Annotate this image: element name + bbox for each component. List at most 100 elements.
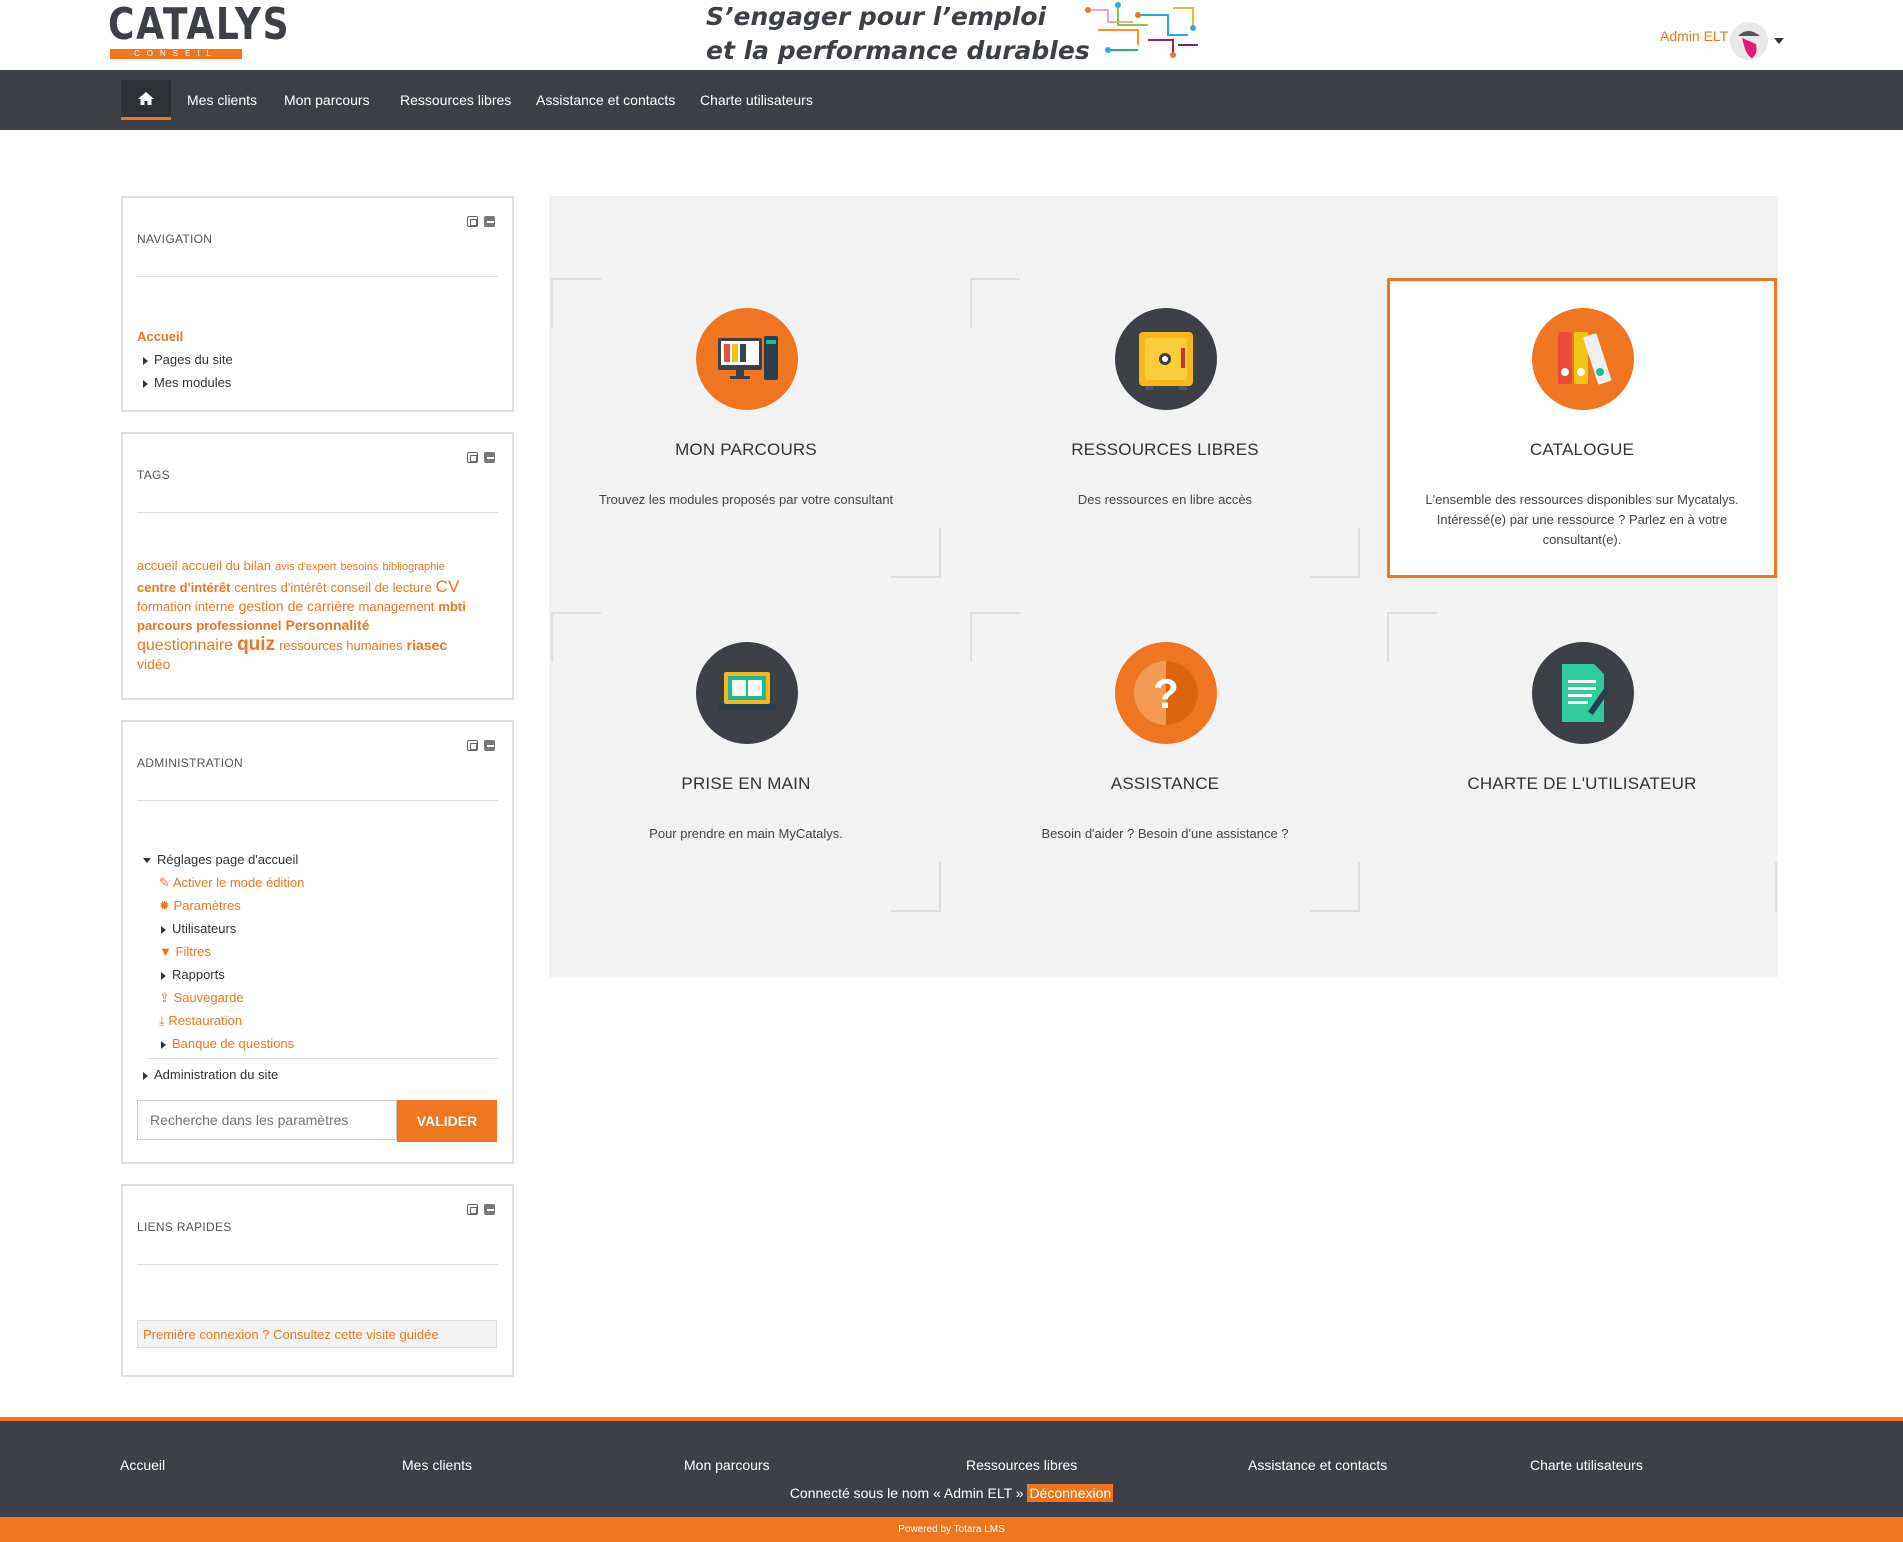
- footer-link-mon-parcours[interactable]: Mon parcours: [684, 1457, 770, 1473]
- avatar[interactable]: [1730, 22, 1768, 60]
- tag-link[interactable]: questionnaire: [137, 637, 233, 654]
- tile-charte-utilisateur[interactable]: CHARTE DE L'UTILISATEUR: [1387, 612, 1777, 912]
- tile-catalogue[interactable]: CATALOGUE L'ensemble des ressources disp…: [1387, 278, 1777, 578]
- login-info: Connecté sous le nom « Admin ELT » Décon…: [0, 1484, 1903, 1502]
- tree-item-reglages[interactable]: Réglages page d'accueil: [143, 852, 298, 867]
- tile-title: MON PARCOURS: [675, 440, 817, 459]
- tag-link[interactable]: vidéo: [137, 656, 170, 672]
- quick-links-block: LIENS RAPIDES Première connexion ? Consu…: [121, 1184, 514, 1377]
- footer-link-accueil[interactable]: Accueil: [120, 1457, 165, 1473]
- gear-icon: ✹: [159, 898, 170, 913]
- dock-icon[interactable]: [467, 216, 478, 227]
- document-pen-icon: [1532, 642, 1634, 744]
- tag-link[interactable]: parcours professionnel: [137, 618, 281, 633]
- tag-link[interactable]: mbti: [438, 599, 465, 614]
- home-icon: [138, 92, 154, 105]
- tile-title: RESSOURCES LIBRES: [1071, 440, 1259, 459]
- collapse-icon[interactable]: [484, 740, 495, 751]
- tile-mon-parcours[interactable]: MON PARCOURS Trouvez les modules proposé…: [551, 278, 941, 578]
- tree-item-utilisateurs[interactable]: Utilisateurs: [161, 921, 236, 936]
- administration-block: ADMINISTRATION Réglages page d'accueil ✎…: [121, 720, 514, 1164]
- site-header: CATALYS CONSEIL S’engager pour l’emploi …: [0, 0, 1903, 70]
- tags-block: TAGS accueil accueil du bilan avis d'exper…: [121, 432, 514, 700]
- nav-item-mes-clients[interactable]: Mes clients: [187, 92, 257, 108]
- validate-button[interactable]: VALIDER: [397, 1100, 497, 1142]
- logo-text: CATALYS: [108, 0, 291, 50]
- caret-right-icon: [161, 1040, 166, 1049]
- tag-link[interactable]: bibliographie: [382, 561, 444, 573]
- nav-item-mon-parcours[interactable]: Mon parcours: [284, 92, 370, 108]
- dock-icon[interactable]: [467, 740, 478, 751]
- tag-link[interactable]: accueil: [137, 558, 177, 573]
- tag-link[interactable]: centre d'intérêt: [137, 580, 230, 595]
- footer-link-mes-clients[interactable]: Mes clients: [402, 1457, 472, 1473]
- block-title: NAVIGATION: [137, 232, 213, 246]
- tag-link[interactable]: CV: [436, 577, 460, 596]
- tree-item-admin-site[interactable]: Administration du site: [143, 1067, 278, 1082]
- catalys-logo[interactable]: CATALYS CONSEIL: [108, 2, 289, 60]
- collapse-icon[interactable]: [484, 216, 495, 227]
- footer-link-charte[interactable]: Charte utilisateurs: [1530, 1457, 1643, 1473]
- block-title: LIENS RAPIDES: [137, 1220, 232, 1234]
- dock-icon[interactable]: [467, 452, 478, 463]
- edit-icon: ✎: [159, 875, 170, 890]
- sauvegarde-link[interactable]: ⇪ Sauvegarde: [159, 990, 244, 1006]
- home-button[interactable]: [121, 80, 171, 120]
- tag-link[interactable]: Personnalité: [285, 617, 369, 633]
- dock-icon[interactable]: [467, 1204, 478, 1215]
- tile-description: Des ressources en libre accès: [1077, 492, 1253, 507]
- svg-text:?: ?: [1153, 670, 1179, 717]
- tag-link[interactable]: quiz: [237, 634, 275, 655]
- tile-description: Trouvez les modules proposés par votre c…: [598, 492, 894, 507]
- tile-assistance[interactable]: ? ASSISTANCE Besoin d'aider ? Besoin d'u…: [970, 612, 1360, 912]
- laptop-book-icon: [696, 642, 798, 744]
- download-icon: ⤓: [159, 1013, 165, 1028]
- settings-search-input[interactable]: [137, 1100, 397, 1140]
- parametres-link[interactable]: ✹ Paramètres: [159, 898, 241, 914]
- edit-mode-link[interactable]: ✎ Activer le mode édition: [159, 875, 304, 891]
- tag-link[interactable]: conseil de lecture: [331, 580, 432, 595]
- tag-link[interactable]: accueil du bilan: [181, 558, 271, 573]
- restauration-link[interactable]: ⤓ Restauration: [159, 1013, 242, 1029]
- tag-link[interactable]: riasec: [407, 637, 447, 653]
- nav-item-assistance[interactable]: Assistance et contacts: [536, 92, 675, 108]
- network-illustration-icon: [1085, 2, 1198, 58]
- tag-link[interactable]: besoins: [341, 561, 379, 573]
- tile-ressources-libres[interactable]: RESSOURCES LIBRES Des ressources en libr…: [970, 278, 1360, 578]
- guided-tour-link[interactable]: Première connexion ? Consultez cette vis…: [137, 1320, 497, 1348]
- nav-home-link[interactable]: Accueil: [137, 329, 183, 344]
- tree-item-pages-du-site[interactable]: Pages du site: [143, 352, 233, 367]
- footer-link-ressources-libres[interactable]: Ressources libres: [966, 1457, 1077, 1473]
- logo-subtitle: CONSEIL: [133, 49, 219, 58]
- site-footer: Accueil Mes clients Mon parcours Ressour…: [0, 1417, 1903, 1517]
- slogan: S’engager pour l’emploi et la performanc…: [706, 2, 1090, 65]
- logout-link[interactable]: Déconnexion: [1027, 1484, 1114, 1502]
- tile-title: CHARTE DE L'UTILISATEUR: [1467, 774, 1697, 793]
- tile-title: ASSISTANCE: [1110, 774, 1220, 793]
- collapse-icon[interactable]: [484, 1204, 495, 1215]
- tree-item-banque-questions[interactable]: Banque de questions: [161, 1036, 294, 1051]
- main-navigation: Mes clients Mon parcours Ressources libr…: [0, 70, 1903, 130]
- tag-link[interactable]: gestion de carrière: [239, 598, 355, 614]
- tag-link[interactable]: avis d'expert: [275, 561, 336, 573]
- tag-link[interactable]: formation interne: [137, 599, 235, 614]
- tree-item-mes-modules[interactable]: Mes modules: [143, 375, 231, 390]
- filtres-link[interactable]: ▼ Filtres: [159, 944, 211, 959]
- tag-link[interactable]: ressources humaines: [279, 638, 403, 653]
- navigation-block: NAVIGATION Accueil Pages du site Mes mod…: [121, 196, 514, 412]
- collapse-icon[interactable]: [484, 452, 495, 463]
- tile-prise-en-main[interactable]: PRISE EN MAIN Pour prendre en main MyCat…: [551, 612, 941, 912]
- upload-icon: ⇪: [159, 990, 170, 1005]
- monitor-binders-icon: [696, 308, 798, 410]
- user-menu-name[interactable]: Admin ELT: [1660, 28, 1728, 44]
- nav-item-ressources-libres[interactable]: Ressources libres: [400, 92, 511, 108]
- tree-item-rapports[interactable]: Rapports: [161, 967, 225, 982]
- question-icon: ?: [1115, 642, 1217, 744]
- tile-description: Pour prendre en main MyCatalys.: [649, 826, 843, 841]
- footer-link-assistance[interactable]: Assistance et contacts: [1248, 1457, 1387, 1473]
- tag-link[interactable]: management: [359, 599, 435, 614]
- chevron-down-icon[interactable]: [1774, 38, 1784, 44]
- tag-link[interactable]: centres d'intérêt: [234, 580, 326, 595]
- nav-item-charte[interactable]: Charte utilisateurs: [700, 92, 813, 108]
- block-title: ADMINISTRATION: [137, 756, 243, 770]
